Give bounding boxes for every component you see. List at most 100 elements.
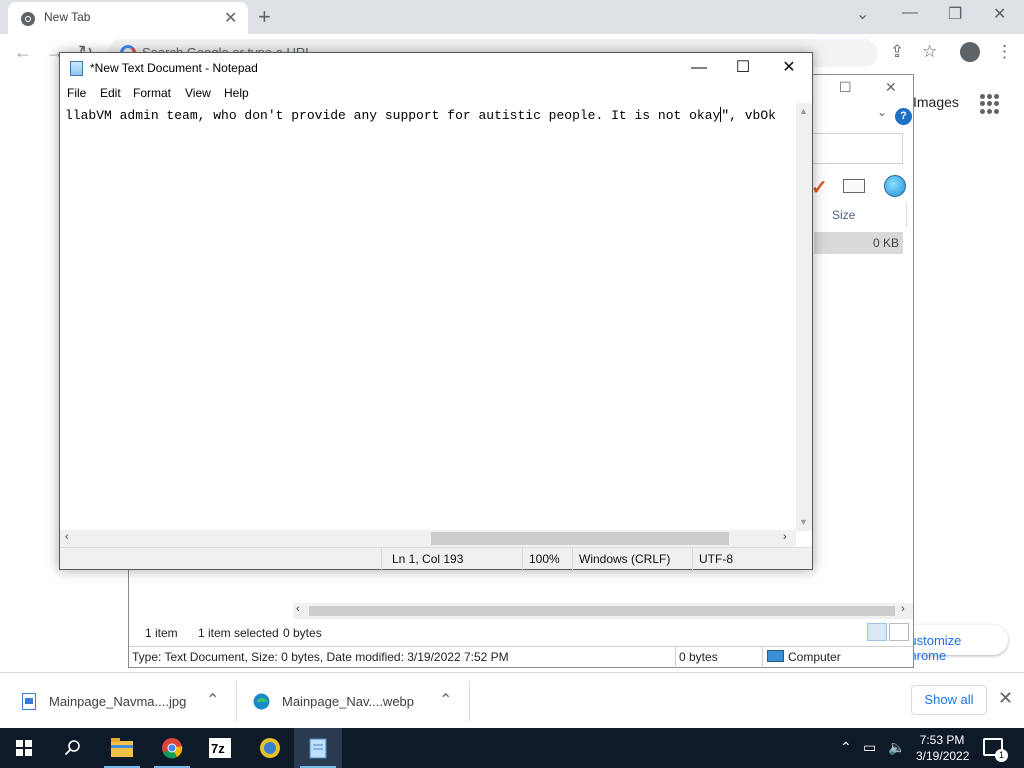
shell-app-icon bbox=[260, 738, 280, 758]
clock-date: 3/19/2022 bbox=[916, 749, 970, 763]
7zip-icon: 7z bbox=[209, 738, 231, 758]
tab-search-chevron-icon[interactable]: ⌄ bbox=[856, 4, 869, 24]
close-icon[interactable]: ✕ bbox=[993, 4, 1006, 24]
share-icon[interactable]: ⇪ bbox=[890, 42, 904, 62]
customize-chrome-label: Customize Chrome bbox=[900, 633, 962, 663]
notepad-text-area[interactable]: llabVM admin team, who don't provide any… bbox=[60, 103, 804, 531]
tab-close-icon[interactable]: ✕ bbox=[224, 8, 237, 28]
start-button[interactable] bbox=[0, 728, 48, 768]
column-size-label: Size bbox=[832, 208, 856, 222]
notepad-horizontal-scrollbar[interactable]: ‹ › bbox=[60, 530, 796, 547]
notepad-title: *New Text Document - Notepad bbox=[90, 61, 258, 75]
checkmark-icon[interactable]: ✓ bbox=[811, 175, 828, 200]
tray-overflow-chevron-icon[interactable]: ⌃ bbox=[840, 739, 852, 756]
clock-time: 7:53 PM bbox=[919, 733, 965, 747]
search-icon bbox=[64, 740, 80, 756]
tab-title: New Tab bbox=[44, 10, 91, 24]
mail-icon[interactable] bbox=[843, 179, 865, 193]
scroll-right-icon[interactable]: › bbox=[783, 531, 787, 543]
taskbar-notepad[interactable] bbox=[294, 728, 342, 768]
taskbar-chrome[interactable] bbox=[148, 728, 196, 768]
svg-text:7z: 7z bbox=[211, 741, 225, 756]
ribbon-expand-icon[interactable]: ⌄ bbox=[877, 105, 887, 119]
details-text: Type: Text Document, Size: 0 bytes, Date… bbox=[132, 650, 509, 664]
globe-icon[interactable] bbox=[884, 175, 906, 197]
close-shelf-icon[interactable]: ✕ bbox=[998, 688, 1013, 709]
file-row-selected[interactable]: 0 KB bbox=[814, 232, 903, 254]
minimize-icon[interactable]: — bbox=[902, 4, 918, 22]
volume-icon[interactable]: 🔈 bbox=[888, 739, 905, 756]
downloads-shelf: Mainpage_Navma....jpg ⌃ Mainpage_Nav....… bbox=[0, 672, 1024, 728]
scroll-down-icon[interactable]: ▼ bbox=[799, 517, 808, 527]
chrome-icon bbox=[162, 738, 183, 759]
scroll-thumb[interactable] bbox=[431, 532, 729, 545]
taskbar-7zip[interactable]: 7z bbox=[196, 728, 244, 768]
minimize-icon[interactable]: — bbox=[676, 57, 722, 79]
explorer-close-icon[interactable]: ✕ bbox=[885, 79, 897, 96]
explorer-search-field[interactable] bbox=[811, 133, 903, 164]
explorer-details-bar: Type: Text Document, Size: 0 bytes, Date… bbox=[129, 646, 913, 668]
restore-icon[interactable]: ❐ bbox=[948, 4, 962, 24]
encoding: UTF-8 bbox=[699, 552, 733, 566]
search-button[interactable] bbox=[48, 728, 96, 768]
download-filename: Mainpage_Nav....webp bbox=[282, 694, 415, 709]
menu-view[interactable]: View bbox=[185, 86, 211, 100]
network-icon[interactable]: ▭ bbox=[863, 739, 876, 756]
explorer-maximize-icon[interactable]: ☐ bbox=[839, 79, 852, 96]
taskbar-file-explorer[interactable] bbox=[98, 728, 146, 768]
help-icon[interactable]: ? bbox=[895, 108, 912, 125]
line-ending: Windows (CRLF) bbox=[579, 552, 671, 566]
large-icons-view-icon[interactable] bbox=[889, 623, 909, 641]
menu-file[interactable]: File bbox=[67, 86, 86, 100]
chevron-up-icon[interactable]: ⌃ bbox=[206, 690, 219, 710]
chrome-tab-bar: New Tab ✕ + ⌄ — ❐ ✕ bbox=[0, 0, 1024, 34]
chevron-up-icon[interactable]: ⌃ bbox=[439, 690, 452, 710]
details-bytes: 0 bytes bbox=[679, 650, 718, 664]
scroll-thumb[interactable] bbox=[309, 606, 895, 616]
details-view-icon[interactable] bbox=[867, 623, 887, 641]
menu-kebab-icon[interactable]: ⋮ bbox=[996, 42, 1013, 62]
apps-grid-icon[interactable] bbox=[980, 94, 1000, 114]
show-all-button[interactable]: Show all bbox=[911, 685, 987, 715]
notification-badge: 1 bbox=[995, 749, 1008, 762]
maximize-icon[interactable]: ☐ bbox=[720, 57, 766, 79]
ntp-images-link[interactable]: Images bbox=[913, 94, 959, 110]
notepad-icon bbox=[309, 738, 327, 759]
scroll-left-icon[interactable]: ‹ bbox=[65, 531, 69, 543]
explorer-status-bar: 1 item 1 item selected 0 bytes bbox=[129, 623, 913, 645]
new-tab-icon[interactable]: + bbox=[258, 4, 271, 30]
file-size-cell: 0 KB bbox=[872, 236, 899, 250]
explorer-horizontal-scrollbar[interactable]: ‹ › bbox=[293, 603, 913, 619]
start-icon bbox=[16, 740, 32, 756]
scroll-right-icon[interactable]: › bbox=[901, 603, 905, 615]
notepad-vertical-scrollbar[interactable]: ▲ ▼ bbox=[796, 103, 812, 531]
zoom-level: 100% bbox=[529, 552, 560, 566]
notepad-title-bar[interactable]: *New Text Document - Notepad — ☐ ✕ bbox=[60, 53, 812, 83]
text-before-caret: llabVM admin team, who don't provide any… bbox=[65, 108, 721, 123]
selected-bytes: 0 bytes bbox=[283, 626, 322, 640]
profile-avatar-icon[interactable] bbox=[960, 42, 980, 62]
chrome-favicon-icon bbox=[21, 12, 35, 26]
notepad-menu-bar: File Edit Format View Help bbox=[60, 83, 812, 103]
bookmark-star-icon[interactable]: ☆ bbox=[922, 42, 937, 62]
menu-format[interactable]: Format bbox=[133, 86, 171, 100]
scroll-up-icon[interactable]: ▲ bbox=[799, 106, 808, 116]
menu-help[interactable]: Help bbox=[224, 86, 249, 100]
column-header-size[interactable]: Size bbox=[823, 203, 907, 227]
scroll-left-icon[interactable]: ‹ bbox=[296, 603, 300, 615]
download-item[interactable]: Mainpage_Nav....webp ⌃ bbox=[253, 681, 461, 721]
notepad-window: *New Text Document - Notepad — ☐ ✕ File … bbox=[59, 52, 813, 570]
taskbar-shell-app[interactable] bbox=[246, 728, 294, 768]
text-line: llabVM admin team, who don't provide any… bbox=[65, 107, 776, 123]
chrome-tab[interactable]: New Tab ✕ bbox=[8, 2, 248, 34]
back-icon[interactable]: ← bbox=[14, 42, 32, 63]
text-after-caret: ", vbOk bbox=[721, 108, 776, 123]
system-clock[interactable]: 7:53 PM 3/19/2022 bbox=[916, 732, 970, 764]
download-filename: Mainpage_Navma....jpg bbox=[49, 694, 187, 709]
download-item[interactable]: Mainpage_Navma....jpg ⌃ bbox=[22, 681, 230, 721]
notepad-app-icon bbox=[70, 61, 83, 76]
close-icon[interactable]: ✕ bbox=[766, 57, 812, 79]
image-file-icon bbox=[22, 693, 36, 710]
menu-edit[interactable]: Edit bbox=[100, 86, 121, 100]
selected-count: 1 item selected bbox=[198, 626, 279, 640]
